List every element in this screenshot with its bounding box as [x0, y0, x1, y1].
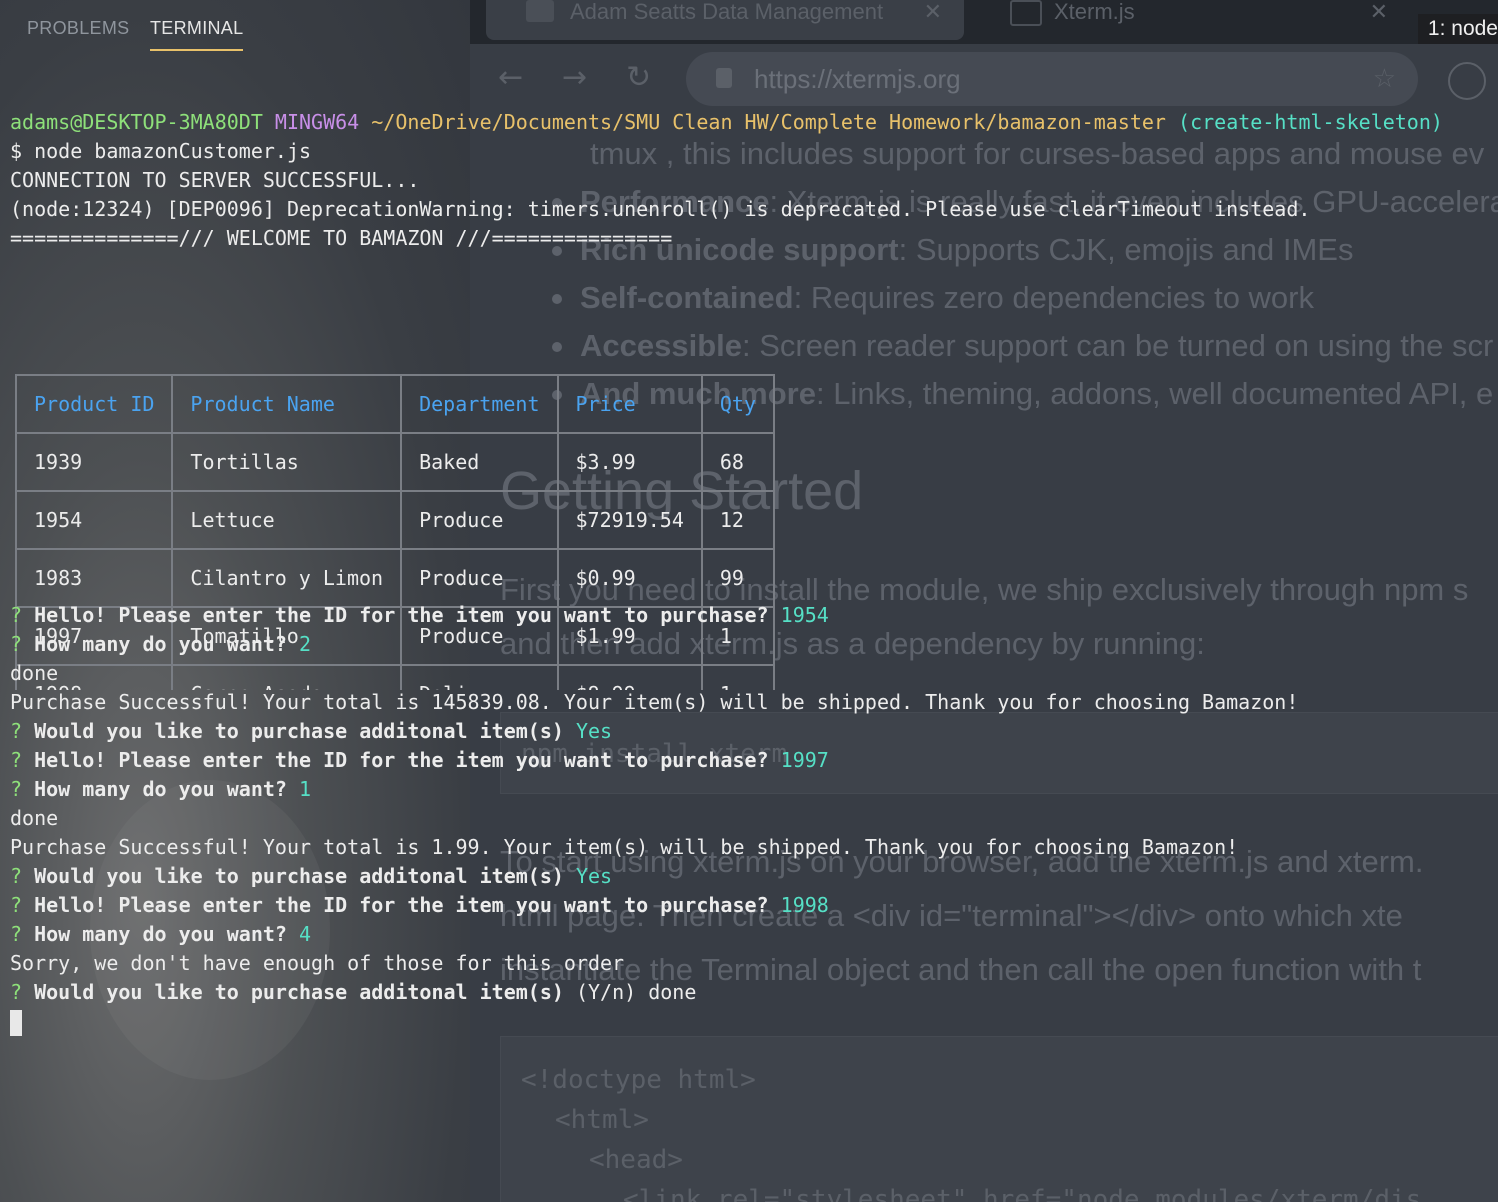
prompt-question-line: ? Hello! Please enter the ID for the ite…: [10, 748, 829, 772]
table-row: 1998 Carne Asada Deli $8.99 1: [14, 664, 776, 690]
table-header-row: Product ID Product Name Department Price…: [14, 374, 776, 434]
table-cell: Carne Asada: [171, 664, 403, 690]
table-cell: $8.99: [556, 664, 703, 690]
table-cell: $0.99: [556, 548, 703, 608]
table-cell: Tortillas: [171, 432, 403, 492]
prompt-question-line: ? Hello! Please enter the ID for the ite…: [10, 603, 829, 627]
column-header: Qty: [700, 374, 776, 434]
prompt-question-line: ? How many do you want? 1: [10, 777, 312, 801]
prompt-question-line: ? How many do you want? 2: [10, 632, 312, 656]
prompt-question-line: ? Would you like to purchase additonal i…: [10, 719, 613, 743]
table-cell: $3.99: [556, 432, 703, 492]
table-cell: 1983: [14, 548, 174, 608]
output-line: Purchase Successful! Your total is 1.99.…: [10, 835, 1239, 859]
table-cell: Deli: [400, 664, 559, 690]
prompt-question-line: ? Hello! Please enter the ID for the ite…: [10, 893, 829, 917]
output-line: done: [10, 806, 59, 830]
table-cell: Lettuce: [171, 490, 403, 550]
terminal-cursor: [10, 1010, 22, 1036]
table-row: 1954 Lettuce Produce $72919.54 12: [14, 490, 776, 550]
output-line: Purchase Successful! Your total is 14583…: [10, 690, 1299, 714]
prompt-question-line: ? How many do you want? 4: [10, 922, 312, 946]
table-cell: Produce: [400, 548, 559, 608]
table-cell: Cilantro y Limon: [171, 548, 403, 608]
output-line: Sorry, we don't have enough of those for…: [10, 951, 625, 975]
table-cell: 1: [700, 664, 776, 690]
table-row: 1983 Cilantro y Limon Produce $0.99 99: [14, 548, 776, 608]
column-header: Product ID: [14, 374, 174, 434]
table-cell: 12: [700, 490, 776, 550]
column-header: Department: [400, 374, 559, 434]
column-header: Product Name: [171, 374, 403, 434]
terminal-instance-select[interactable]: 1: node: [1417, 14, 1498, 44]
prompt-branch: (create-html-skeleton): [1178, 110, 1443, 134]
prompt-question-line: ? Would you like to purchase additonal i…: [10, 980, 697, 1004]
table-cell: 1954: [14, 490, 174, 550]
table-cell: $72919.54: [556, 490, 703, 550]
table-cell: Produce: [400, 490, 559, 550]
table-cell: 68: [700, 432, 776, 492]
table-cell: 99: [700, 548, 776, 608]
table-cell: Baked: [400, 432, 559, 492]
tab-problems[interactable]: PROBLEMS: [27, 18, 129, 39]
table-cell: 1939: [14, 432, 174, 492]
output-line: done: [10, 661, 59, 685]
column-header: Price: [556, 374, 703, 434]
terminal-panel: PROBLEMS TERMINAL 1: node adams@DESKTOP-…: [0, 0, 1498, 1202]
table-row: 1939 Tortillas Baked $3.99 68: [14, 432, 776, 492]
tab-terminal[interactable]: TERMINAL: [150, 18, 244, 51]
prompt-question-line: ? Would you like to purchase additonal i…: [10, 864, 613, 888]
